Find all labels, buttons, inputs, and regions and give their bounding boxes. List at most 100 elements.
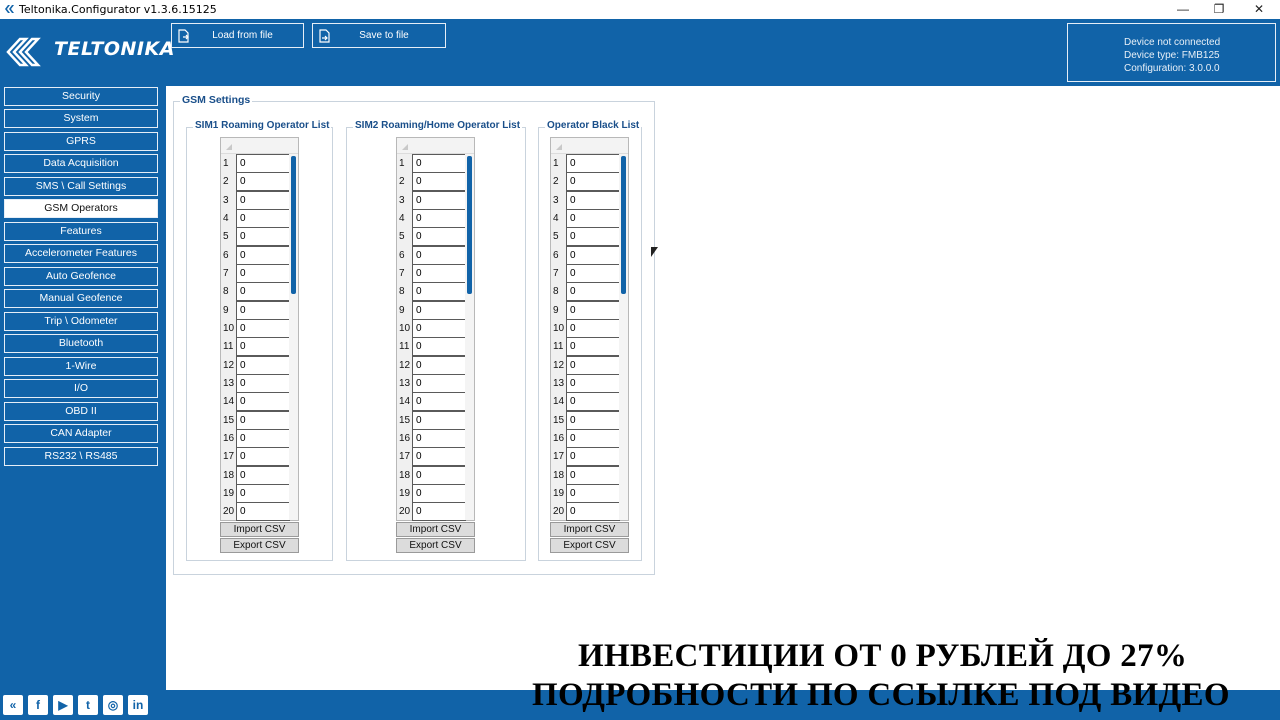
sidebar-item-gprs[interactable]: GPRS (4, 132, 158, 151)
vertical-scrollbar[interactable] (619, 154, 628, 520)
sidebar-item-system[interactable]: System (4, 109, 158, 128)
operator-code-cell[interactable]: 0 (236, 301, 290, 320)
youtube-icon[interactable]: ▶ (53, 695, 73, 715)
operator-code-cell[interactable]: 0 (566, 447, 620, 466)
operator-code-cell[interactable]: 0 (236, 227, 290, 246)
sidebar-item-data-acquisition[interactable]: Data Acquisition (4, 154, 158, 173)
operator-code-cell[interactable]: 0 (566, 246, 620, 265)
sim1-roaming-export-csv-button[interactable]: Export CSV (220, 538, 299, 553)
operator-code-cell[interactable]: 0 (412, 209, 466, 228)
vertical-scrollbar[interactable] (465, 154, 474, 520)
operator-code-cell[interactable]: 0 (236, 429, 290, 448)
scrollbar-thumb[interactable] (467, 156, 472, 294)
close-button[interactable]: ✕ (1240, 0, 1278, 19)
operator-code-cell[interactable]: 0 (566, 466, 620, 485)
sidebar-item-1-wire[interactable]: 1-Wire (4, 357, 158, 376)
sidebar-item-trip-odometer[interactable]: Trip \ Odometer (4, 312, 158, 331)
operator-code-cell[interactable]: 0 (566, 264, 620, 283)
operator-code-cell[interactable]: 0 (412, 374, 466, 393)
minimize-button[interactable]: — (1164, 0, 1202, 19)
operator-code-cell[interactable]: 0 (566, 191, 620, 210)
twitter-icon[interactable]: t (78, 695, 98, 715)
operator-black-export-csv-button[interactable]: Export CSV (550, 538, 629, 553)
operator-code-cell[interactable]: 0 (566, 411, 620, 430)
select-all-corner[interactable] (402, 144, 408, 150)
operator-code-cell[interactable]: 0 (412, 466, 466, 485)
sim2-roaming-home-export-csv-button[interactable]: Export CSV (396, 538, 475, 553)
operator-code-cell[interactable]: 0 (412, 411, 466, 430)
operator-code-cell[interactable]: 0 (236, 356, 290, 375)
operator-code-cell[interactable]: 0 (236, 264, 290, 283)
select-all-corner[interactable] (226, 144, 232, 150)
operator-code-cell[interactable]: 0 (566, 172, 620, 191)
operator-code-cell[interactable]: 0 (236, 209, 290, 228)
sidebar-item-bluetooth[interactable]: Bluetooth (4, 334, 158, 353)
vertical-scrollbar[interactable] (289, 154, 298, 520)
teltonika-icon[interactable]: « (3, 695, 23, 715)
sidebar-item-features[interactable]: Features (4, 222, 158, 241)
facebook-icon[interactable]: f (28, 695, 48, 715)
operator-code-cell[interactable]: 0 (236, 154, 290, 173)
operator-code-cell[interactable]: 0 (566, 209, 620, 228)
operator-code-cell[interactable]: 0 (236, 282, 290, 301)
sidebar-item-sms-call-settings[interactable]: SMS \ Call Settings (4, 177, 158, 196)
operator-code-cell[interactable]: 0 (412, 356, 466, 375)
operator-code-cell[interactable]: 0 (412, 264, 466, 283)
restore-button[interactable]: ❐ (1200, 0, 1238, 19)
operator-code-cell[interactable]: 0 (236, 337, 290, 356)
sim2-roaming-home-import-csv-button[interactable]: Import CSV (396, 522, 475, 537)
operator-black-import-csv-button[interactable]: Import CSV (550, 522, 629, 537)
operator-code-cell[interactable]: 0 (566, 484, 620, 503)
scrollbar-thumb[interactable] (621, 156, 626, 294)
operator-code-cell[interactable]: 0 (236, 374, 290, 393)
sim1-roaming-import-csv-button[interactable]: Import CSV (220, 522, 299, 537)
operator-code-cell[interactable]: 0 (566, 154, 620, 173)
operator-code-cell[interactable]: 0 (412, 447, 466, 466)
sidebar-item-obd-ii[interactable]: OBD II (4, 402, 158, 421)
operator-code-cell[interactable]: 0 (236, 484, 290, 503)
operator-code-cell[interactable]: 0 (236, 319, 290, 338)
operator-code-cell[interactable]: 0 (566, 319, 620, 338)
operator-code-cell[interactable]: 0 (412, 282, 466, 301)
operator-code-cell[interactable]: 0 (412, 484, 466, 503)
load-from-file-button[interactable]: Load from file (171, 23, 304, 48)
operator-code-cell[interactable]: 0 (412, 301, 466, 320)
operator-code-cell[interactable]: 0 (236, 246, 290, 265)
sidebar-item-rs232-rs485[interactable]: RS232 \ RS485 (4, 447, 158, 466)
operator-code-cell[interactable]: 0 (236, 411, 290, 430)
operator-code-cell[interactable]: 0 (412, 227, 466, 246)
operator-code-cell[interactable]: 0 (412, 319, 466, 338)
operator-code-cell[interactable]: 0 (566, 392, 620, 411)
instagram-icon[interactable]: ◎ (103, 695, 123, 715)
operator-code-cell[interactable]: 0 (236, 392, 290, 411)
operator-code-cell[interactable]: 0 (236, 466, 290, 485)
operator-code-cell[interactable]: 0 (236, 172, 290, 191)
operator-code-cell[interactable]: 0 (412, 246, 466, 265)
operator-code-cell[interactable]: 0 (236, 502, 290, 521)
operator-code-cell[interactable]: 0 (412, 502, 466, 521)
linkedin-icon[interactable]: in (128, 695, 148, 715)
operator-code-cell[interactable]: 0 (566, 429, 620, 448)
operator-code-cell[interactable]: 0 (412, 191, 466, 210)
sidebar-item-manual-geofence[interactable]: Manual Geofence (4, 289, 158, 308)
sidebar-item-accelerometer-features[interactable]: Accelerometer Features (4, 244, 158, 263)
sidebar-item-i-o[interactable]: I/O (4, 379, 158, 398)
operator-code-cell[interactable]: 0 (412, 337, 466, 356)
operator-code-cell[interactable]: 0 (412, 172, 466, 191)
operator-code-cell[interactable]: 0 (566, 337, 620, 356)
operator-code-cell[interactable]: 0 (236, 447, 290, 466)
operator-code-cell[interactable]: 0 (412, 154, 466, 173)
operator-code-cell[interactable]: 0 (566, 282, 620, 301)
operator-code-cell[interactable]: 0 (412, 392, 466, 411)
sidebar-item-security[interactable]: Security (4, 87, 158, 106)
select-all-corner[interactable] (556, 144, 562, 150)
operator-code-cell[interactable]: 0 (566, 374, 620, 393)
save-to-file-button[interactable]: Save to file (312, 23, 446, 48)
operator-code-cell[interactable]: 0 (566, 502, 620, 521)
operator-code-cell[interactable]: 0 (412, 429, 466, 448)
sidebar-item-can-adapter[interactable]: CAN Adapter (4, 424, 158, 443)
sidebar-item-auto-geofence[interactable]: Auto Geofence (4, 267, 158, 286)
operator-code-cell[interactable]: 0 (566, 301, 620, 320)
scrollbar-thumb[interactable] (291, 156, 296, 294)
operator-code-cell[interactable]: 0 (566, 356, 620, 375)
